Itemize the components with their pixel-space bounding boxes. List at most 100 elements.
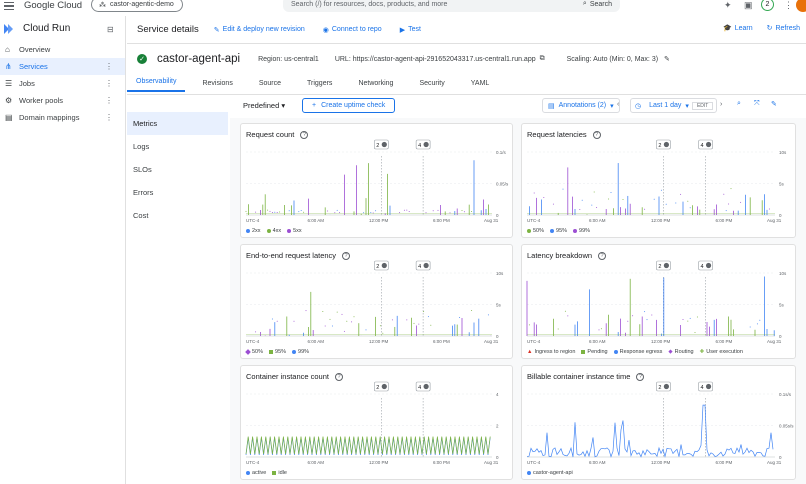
search-input[interactable]: Search (/) for resources, docs, products…: [291, 1, 583, 8]
series-point: [305, 310, 307, 312]
chevron-left-icon[interactable]: ‹: [617, 101, 619, 108]
cloud-shell-icon[interactable]: ▣: [744, 0, 753, 11]
time-range-picker[interactable]: ◷ Last 1 day ▾ EDIT: [630, 98, 718, 113]
main-area: Service details ✎ Edit & deploy new revis…: [127, 16, 806, 484]
tab-source[interactable]: Source: [250, 80, 290, 92]
edit-deploy-button[interactable]: ✎ Edit & deploy new revision: [214, 26, 305, 34]
chart-legend: 50% 95% 99%: [245, 349, 309, 355]
annotation-count: 2: [658, 385, 661, 391]
series-point: [557, 328, 559, 330]
request-count-chart[interactable]: 0.1/s0.05/s0UTC-4 6:00 AM 12:00 PM 6:00 PM A…: [241, 124, 514, 239]
preset-select[interactable]: Predefined ▾: [243, 101, 285, 110]
more-vert-icon[interactable]: ⋮: [105, 113, 113, 122]
billable-instance-time-chart[interactable]: 0.1s/s0.05s/s0UTC-4 6:00 AM 12:00 PM 6:00 P…: [522, 366, 797, 481]
legend-item: 4xx: [266, 228, 281, 234]
tab-observability[interactable]: Observability: [127, 78, 186, 92]
series-point: [341, 313, 343, 315]
end-to-end-latency-chart[interactable]: 10s5s0UTC-4 6:00 AM 12:00 PM 6:00 PM Aug 312…: [241, 245, 514, 360]
more-vert-icon[interactable]: ⋮: [105, 96, 113, 105]
series-point: [646, 319, 648, 321]
notifications-badge[interactable]: 2: [761, 0, 774, 11]
info-icon: [705, 262, 712, 269]
reset-zoom-icon[interactable]: ⤧: [754, 100, 760, 108]
series-point: [471, 210, 473, 212]
project-picker[interactable]: ⁂ castor-agentic-demo: [91, 0, 183, 12]
sidebar-header: Cloud Run ⊟: [0, 16, 125, 41]
service-url[interactable]: URL: https://castor-agent-api-2916520433…: [335, 56, 536, 63]
series-point: [379, 325, 381, 327]
graduation-cap-icon: 🎓: [722, 25, 732, 32]
x-tick-label: 6:00 PM: [433, 218, 450, 223]
tab-security[interactable]: Security: [410, 80, 453, 92]
more-vert-icon[interactable]: ⋮: [105, 62, 113, 71]
tab-yaml[interactable]: YAML: [462, 80, 499, 92]
more-vert-icon[interactable]: ⋮: [105, 79, 113, 88]
tab-triggers[interactable]: Triggers: [298, 80, 341, 92]
learn-button[interactable]: 🎓 Learn: [722, 24, 753, 33]
subnav-metrics[interactable]: Metrics: [127, 112, 228, 135]
annotation-count: 2: [376, 143, 379, 149]
x-tick-label: Aug 31: [767, 339, 782, 344]
series-point: [339, 212, 341, 214]
more-vert-icon[interactable]: ⋮: [784, 0, 793, 11]
series-point: [353, 316, 355, 318]
subnav-logs[interactable]: Logs: [127, 135, 228, 158]
subnav-slos[interactable]: SLOs: [127, 158, 228, 181]
sidebar-item-jobs[interactable]: ☰ Jobs ⋮: [0, 75, 125, 92]
search-bar[interactable]: Search (/) for resources, docs, products…: [283, 0, 620, 12]
annotations-button[interactable]: ▤ Annotations (2) ▾: [542, 98, 620, 113]
tab-revisions[interactable]: Revisions: [193, 80, 241, 92]
avatar[interactable]: [796, 0, 806, 12]
test-button[interactable]: ▶ Test: [400, 26, 421, 34]
annotation-count: 2: [376, 385, 379, 391]
google-cloud-logo[interactable]: Google Cloud: [24, 0, 82, 11]
info-icon: [381, 262, 387, 269]
annotation-count: 2: [658, 264, 661, 270]
series-point: [543, 197, 545, 199]
worker-pools-icon: ⚙: [5, 96, 13, 105]
sidebar-item-domain-mappings[interactable]: ▤ Domain mappings ⋮: [0, 109, 125, 126]
series-point: [591, 204, 593, 206]
series-point: [632, 315, 634, 317]
edit-range-button[interactable]: EDIT: [691, 101, 714, 110]
refresh-button[interactable]: ↻ Refresh: [767, 24, 800, 33]
search-button[interactable]: ⌕ Search: [583, 0, 612, 8]
series-point: [459, 317, 461, 319]
chevron-right-icon[interactable]: ›: [720, 101, 722, 108]
pencil-icon: ✎: [213, 26, 220, 34]
copy-icon[interactable]: ⧉: [540, 55, 545, 63]
edit-dashboard-icon[interactable]: ✎: [771, 100, 777, 108]
gemini-icon[interactable]: ✦: [724, 0, 732, 11]
container-instance-count-chart[interactable]: 420UTC-4 6:00 AM 12:00 PM 6:00 PM Aug 312 4: [241, 366, 514, 481]
y-tick-label: 0.05s/s: [779, 424, 794, 429]
y-tick-label: 10s: [779, 271, 787, 276]
subnav-errors[interactable]: Errors: [127, 181, 228, 204]
main-menu-icon[interactable]: [4, 1, 14, 11]
create-uptime-check-button[interactable]: + Create uptime check: [302, 98, 396, 113]
connect-repo-button[interactable]: ◉ Connect to repo: [323, 26, 382, 34]
series-point: [680, 193, 682, 195]
series-point: [365, 329, 367, 331]
x-tick-label: UTC-4: [527, 339, 541, 344]
latency-breakdown-chart[interactable]: 10s5s0UTC-4 6:00 AM 12:00 PM 6:00 PM Aug 312…: [522, 245, 797, 360]
x-tick-label: 12:00 PM: [369, 218, 389, 223]
annotation-count: 4: [418, 385, 421, 391]
subnav-cost[interactable]: Cost: [127, 204, 228, 227]
y-tick-label: 2: [496, 424, 499, 429]
y-tick-label: 5s: [779, 182, 785, 187]
zoom-icon[interactable]: ⌕: [737, 100, 741, 108]
sidebar-item-overview[interactable]: ⌂ Overview: [0, 41, 125, 58]
series-point: [406, 209, 408, 211]
series-point: [255, 211, 257, 213]
tab-networking[interactable]: Networking: [349, 80, 402, 92]
pencil-icon[interactable]: ✎: [664, 55, 670, 63]
sidebar-item-worker-pools[interactable]: ⚙ Worker pools ⋮: [0, 92, 125, 109]
sidebar-item-services[interactable]: ⋔ Services ⋮: [0, 58, 125, 75]
observability-subnav: Metrics Logs SLOs Errors Cost: [127, 112, 228, 484]
collapse-sidebar-icon[interactable]: ⊟: [107, 25, 114, 34]
annotation-count: 4: [701, 143, 704, 149]
info-icon: [705, 141, 712, 148]
series-point: [271, 318, 273, 320]
request-latencies-chart[interactable]: 10s5s0UTC-4 6:00 AM 12:00 PM 6:00 PM Aug 312…: [522, 124, 797, 239]
series-point: [437, 209, 439, 211]
